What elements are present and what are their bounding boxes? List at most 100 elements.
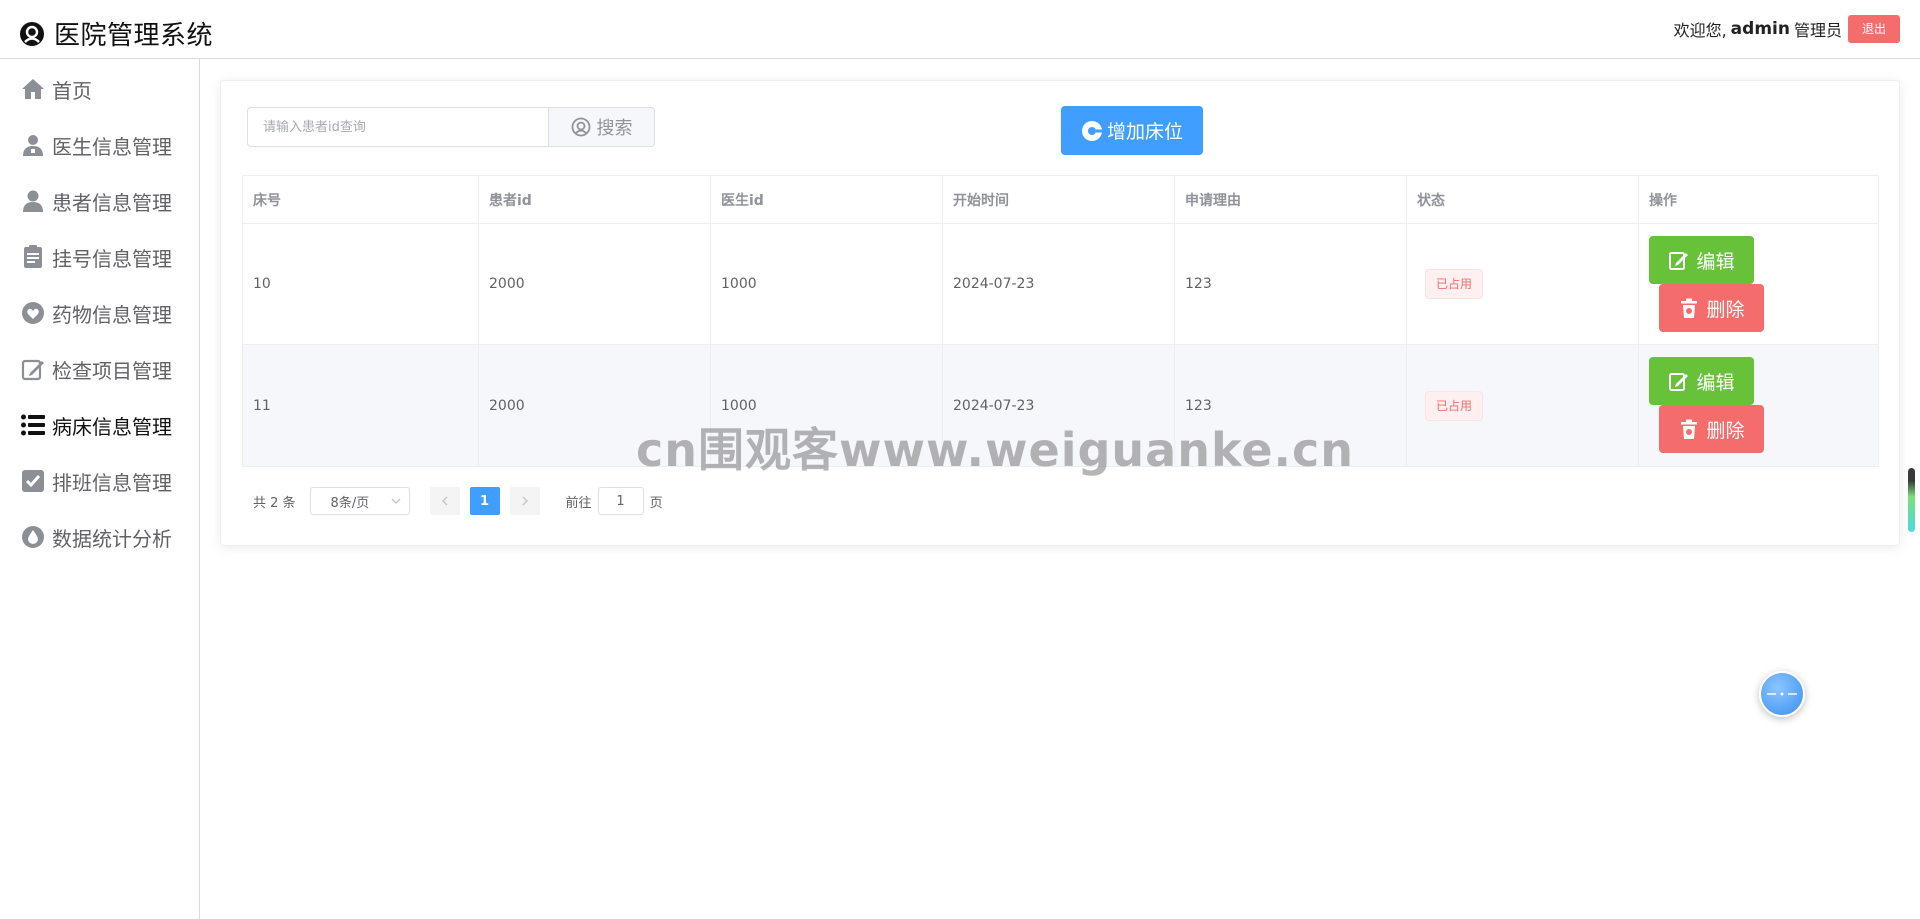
cell-actions: 编辑 删除 (1639, 224, 1878, 344)
sidebar-item-label: 排班信息管理 (52, 470, 172, 495)
add-bed-label: 增加床位 (1106, 121, 1183, 143)
edit-icon (1669, 252, 1689, 270)
medicine-icon (19, 299, 47, 327)
cell-bed: 10 (243, 224, 479, 344)
page-number-button[interactable]: 1 (469, 487, 500, 515)
page-size-select[interactable]: 8条/页 (309, 487, 410, 515)
sidebar-item-medicine[interactable]: 药物信息管理 (19, 293, 172, 333)
hospital-logo-icon (20, 21, 44, 46)
status-badge: 已占用 (1425, 269, 1484, 299)
column-header-actions: 操作 (1649, 192, 1677, 209)
table-header-row: 床号 患者id 医生id 开始时间 申请理由 状态 操作 (243, 176, 1878, 224)
delete-button[interactable]: 删除 (1659, 405, 1764, 453)
sidebar-item-doctors[interactable]: 医生信息管理 (19, 125, 172, 165)
cell-doctor-id: 1000 (711, 345, 943, 466)
column-header-start-time: 开始时间 (943, 176, 1175, 223)
delete-button-label: 删除 (1706, 419, 1745, 442)
sidebar-item-label: 医生信息管理 (52, 134, 172, 159)
floating-assistant-button[interactable] (1759, 671, 1805, 717)
sidebar-item-label: 挂号信息管理 (52, 246, 172, 271)
sidebar-item-label: 数据统计分析 (52, 526, 172, 551)
sidebar-item-scheduling[interactable]: 排班信息管理 (19, 461, 172, 501)
cell-actions: 编辑 删除 (1639, 345, 1878, 466)
prev-page-button[interactable] (429, 487, 460, 515)
edit-document-icon (19, 355, 47, 383)
sidebar-item-label: 首页 (52, 78, 92, 103)
username: admin (1730, 19, 1790, 39)
user-area: 欢迎您, admin 管理员 退出 (1674, 15, 1900, 43)
column-header-doctor-id: 医生id (711, 176, 943, 223)
sidebar-item-label: 药物信息管理 (52, 302, 172, 327)
cell-doctor-id: 1000 (711, 224, 943, 344)
edit-button[interactable]: 编辑 (1649, 357, 1754, 405)
delete-button-label: 删除 (1706, 298, 1745, 321)
column-header-patient-id: 患者id (479, 176, 711, 223)
next-page-button[interactable] (509, 487, 540, 515)
trash-icon (1681, 298, 1698, 318)
table-row: 11 2000 1000 2024-07-23 123 已占用 编辑 删除 (243, 345, 1878, 466)
trash-icon (1681, 419, 1698, 439)
cell-status: 已占用 (1407, 345, 1639, 466)
action-group: 编辑 删除 (1649, 345, 1868, 466)
pagination: 共 2 条 8条/页 1 前往 页 (253, 487, 663, 515)
patient-icon (19, 187, 47, 215)
sidebar-item-label: 病床信息管理 (52, 414, 172, 439)
pagination-total: 共 2 条 (253, 495, 296, 511)
edit-button[interactable]: 编辑 (1649, 236, 1754, 284)
bed-table: 床号 患者id 医生id 开始时间 申请理由 状态 操作 10 2000 100… (242, 175, 1879, 467)
goto-prefix: 前往 (565, 495, 592, 511)
sidebar-item-examination[interactable]: 检查项目管理 (19, 349, 172, 389)
home-icon (19, 75, 47, 103)
top-header: 医院管理系统 欢迎您, admin 管理员 退出 (0, 0, 1920, 59)
chevron-right-icon (522, 496, 528, 506)
welcome-text: 欢迎您, (1673, 21, 1727, 40)
sidebar: 首页 医生信息管理 患者信息管理 挂号信息管理 药物信息管理 检查项目管理 病床… (0, 59, 200, 919)
page-size-value: 8条/页 (330, 495, 370, 511)
sidebar-item-home[interactable]: 首页 (19, 69, 92, 109)
cell-reason: 123 (1175, 345, 1407, 466)
add-circle-icon (1081, 120, 1102, 141)
drop-icon (19, 523, 47, 551)
status-badge: 已占用 (1425, 390, 1484, 421)
doctor-icon (19, 131, 47, 159)
cell-bed: 11 (243, 345, 479, 466)
dots-icon (1767, 692, 1797, 696)
goto-suffix: 页 (649, 495, 663, 511)
user-role: 管理员 (1793, 21, 1842, 40)
sidebar-item-label: 患者信息管理 (52, 190, 172, 215)
search-input[interactable] (247, 107, 549, 147)
cell-start-time: 2024-07-23 (943, 224, 1175, 344)
checkbox-icon (19, 467, 47, 495)
sidebar-item-statistics[interactable]: 数据统计分析 (19, 517, 172, 557)
app-title: 医院管理系统 (54, 21, 214, 51)
sidebar-item-beds[interactable]: 病床信息管理 (19, 405, 172, 445)
scroll-indicator[interactable] (1908, 468, 1915, 532)
chevron-left-icon (441, 496, 448, 506)
column-header-bed: 床号 (243, 176, 479, 223)
app-logo: 医院管理系统 (19, 15, 213, 52)
cell-patient-id: 2000 (479, 224, 711, 344)
edit-button-label: 编辑 (1696, 371, 1735, 394)
cell-reason: 123 (1175, 224, 1407, 344)
bed-management-card: 搜索 增加床位 床号 患者id 医生id 开始时间 申请理由 状态 操作 10 … (220, 80, 1900, 546)
add-bed-button[interactable]: 增加床位 (1061, 106, 1203, 155)
column-header-reason: 申请理由 (1175, 176, 1407, 223)
goto-page-input[interactable] (597, 487, 644, 515)
chevron-down-icon (391, 498, 401, 504)
logout-button[interactable]: 退出 (1847, 15, 1900, 43)
clipboard-icon (19, 243, 47, 271)
delete-button[interactable]: 删除 (1659, 284, 1764, 332)
sidebar-item-label: 检查项目管理 (52, 358, 172, 383)
sidebar-item-registration[interactable]: 挂号信息管理 (19, 237, 172, 277)
edit-button-label: 编辑 (1696, 250, 1735, 273)
search-group: 搜索 (247, 107, 655, 147)
sidebar-item-patients[interactable]: 患者信息管理 (19, 181, 172, 221)
edit-icon (1669, 373, 1689, 391)
search-button[interactable]: 搜索 (549, 107, 655, 147)
list-icon (19, 411, 47, 439)
cell-start-time: 2024-07-23 (943, 345, 1175, 466)
search-icon (571, 117, 590, 137)
table-row: 10 2000 1000 2024-07-23 123 已占用 编辑 删除 (243, 224, 1878, 345)
cell-status: 已占用 (1407, 224, 1639, 344)
cell-patient-id: 2000 (479, 345, 711, 466)
